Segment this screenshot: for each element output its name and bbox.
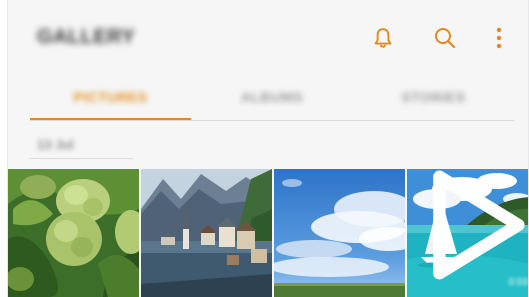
video-thumbnail-sailboat[interactable]: 0:03: [407, 169, 528, 297]
bell-icon[interactable]: [370, 25, 396, 51]
tab-divider: [30, 120, 514, 121]
photo-thumbnail-sky[interactable]: [274, 169, 405, 297]
section-date-label: 13 Jul: [37, 137, 74, 152]
video-duration: 0:03: [508, 277, 528, 288]
search-icon[interactable]: [432, 25, 458, 51]
tab-stories-label: STORIES: [401, 89, 466, 105]
photo-grid: 0:03: [8, 169, 528, 297]
photo-thumbnail-flowers[interactable]: [8, 169, 139, 297]
photo-thumbnail-lake-village[interactable]: [141, 169, 272, 297]
gallery-screen: GALLERY PICTURES ALBUMS STORIES 13 Jul 0…: [7, 0, 529, 297]
tab-pictures-label: PICTURES: [73, 89, 148, 105]
app-header: GALLERY: [8, 0, 528, 80]
play-icon: [433, 170, 525, 280]
section-divider: [30, 158, 134, 159]
tab-stories[interactable]: STORIES: [353, 80, 514, 120]
tab-bar: PICTURES ALBUMS STORIES: [30, 80, 514, 122]
app-title: GALLERY: [37, 26, 136, 48]
tab-albums-label: ALBUMS: [240, 89, 304, 105]
tab-albums[interactable]: ALBUMS: [191, 80, 353, 120]
tab-pictures[interactable]: PICTURES: [30, 80, 191, 120]
more-options-icon[interactable]: [486, 25, 512, 51]
